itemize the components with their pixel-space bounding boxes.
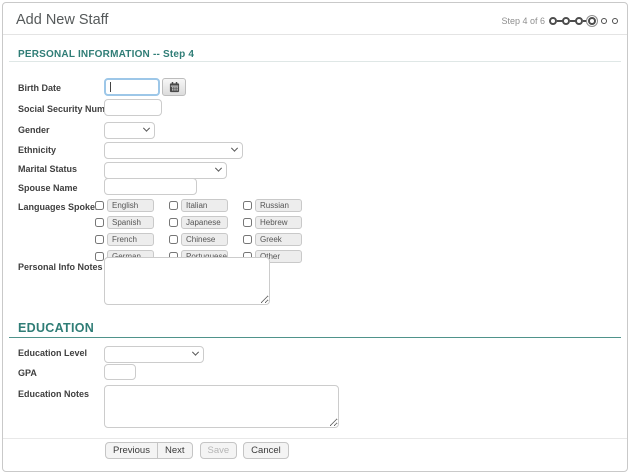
birth-date-input[interactable] (104, 78, 160, 96)
ethnicity-label: Ethnicity (18, 145, 56, 155)
ethnicity-select-wrap (104, 140, 243, 157)
step-dot-4-current[interactable] (588, 17, 596, 25)
section-title-personal: PERSONAL INFORMATION -- Step 4 (18, 49, 194, 60)
previous-button[interactable]: Previous (105, 442, 158, 459)
marital-status-label: Marital Status (18, 164, 77, 174)
language-option: English (95, 199, 169, 212)
text-caret (110, 82, 111, 92)
section-title-education: EDUCATION (18, 321, 94, 335)
calendar-icon (169, 82, 180, 93)
language-checkbox[interactable] (169, 235, 178, 244)
add-new-staff-page: Add New Staff Step 4 of 6 PERSONAL INFOR… (2, 2, 628, 472)
language-pill[interactable]: Chinese (181, 233, 228, 246)
language-checkbox[interactable] (169, 218, 178, 227)
marital-status-select-wrap (104, 160, 227, 177)
language-checkbox[interactable] (95, 201, 104, 210)
personal-info-notes-textarea[interactable] (104, 257, 270, 305)
language-option: Italian (169, 199, 243, 212)
step-text: Step 4 of 6 (501, 16, 545, 26)
language-pill[interactable]: Greek (255, 233, 302, 246)
gender-label: Gender (18, 125, 50, 135)
step-dot-5[interactable] (601, 18, 607, 24)
gpa-input[interactable] (104, 364, 136, 380)
gender-select-wrap (104, 120, 155, 137)
education-section-rule (9, 337, 621, 338)
language-option: Spanish (95, 216, 169, 229)
language-option: Greek (243, 233, 317, 246)
language-checkbox[interactable] (169, 201, 178, 210)
language-pill[interactable]: Russian (255, 199, 302, 212)
language-pill[interactable]: Italian (181, 199, 228, 212)
spouse-name-input[interactable] (104, 178, 197, 195)
education-level-label: Education Level (18, 348, 87, 358)
language-checkbox[interactable] (243, 201, 252, 210)
footer-divider (3, 438, 627, 439)
ethnicity-select[interactable] (104, 142, 243, 159)
step-indicator: Step 4 of 6 (501, 16, 618, 26)
button-row: Previous Next Save Cancel (105, 442, 289, 459)
language-option: Hebrew (243, 216, 317, 229)
language-pill[interactable]: English (107, 199, 154, 212)
language-option: Japanese (169, 216, 243, 229)
education-notes-label: Education Notes (18, 389, 89, 399)
language-pill[interactable]: Spanish (107, 216, 154, 229)
cancel-button[interactable]: Cancel (243, 442, 289, 459)
language-option: Russian (243, 199, 317, 212)
education-level-select-wrap (104, 344, 204, 361)
languages-spoken-label: Languages Spoken (18, 202, 101, 212)
education-notes-textarea[interactable] (104, 385, 339, 428)
language-pill[interactable]: Hebrew (255, 216, 302, 229)
language-checkbox[interactable] (243, 218, 252, 227)
education-level-select[interactable] (104, 346, 204, 363)
save-button[interactable]: Save (200, 442, 238, 459)
language-option: Chinese (169, 233, 243, 246)
language-checkbox[interactable] (243, 235, 252, 244)
personal-info-notes-label: Personal Info Notes (18, 262, 103, 272)
gpa-label: GPA (18, 368, 37, 378)
language-checkbox[interactable] (95, 218, 104, 227)
gender-select[interactable] (104, 122, 155, 139)
personal-section-rule (9, 61, 621, 62)
language-pill[interactable]: French (107, 233, 154, 246)
ssn-input[interactable] (104, 99, 162, 116)
step-dot-6[interactable] (612, 18, 618, 24)
calendar-button[interactable] (162, 78, 186, 96)
marital-status-select[interactable] (104, 162, 227, 179)
next-button[interactable]: Next (157, 442, 193, 459)
page-title: Add New Staff (16, 12, 108, 28)
spouse-name-label: Spouse Name (18, 183, 78, 193)
birth-date-label: Birth Date (18, 83, 61, 93)
language-checkbox[interactable] (95, 252, 104, 261)
header-divider (3, 34, 627, 35)
languages-grid: English Italian Russian Spanish Japanese Hebr… (95, 199, 317, 263)
language-pill[interactable]: Japanese (181, 216, 228, 229)
language-checkbox[interactable] (95, 235, 104, 244)
language-option: French (95, 233, 169, 246)
